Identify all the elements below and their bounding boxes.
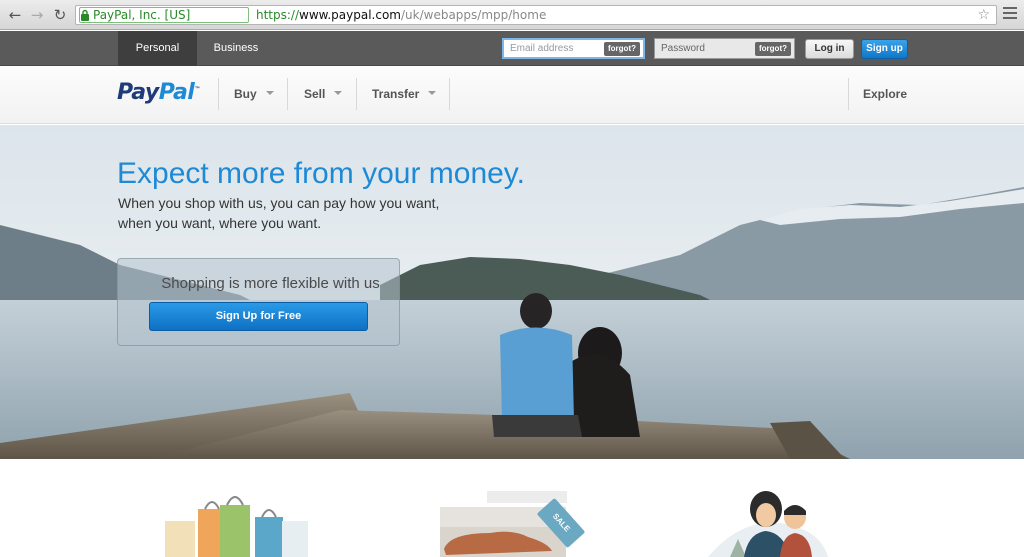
email-field[interactable]: Email address forgot? [502,38,645,59]
divider [218,78,219,110]
url-host: www.paypal.com [299,8,401,22]
divider [287,78,288,110]
browser-toolbar: ← → ↻ PayPal, Inc. [US] https://www.payp… [0,0,1024,30]
hero-subtitle-line2: when you want, where you want. [118,215,322,231]
back-arrow-icon[interactable]: ← [6,6,24,24]
tab-business[interactable]: Business [197,31,275,66]
chevron-down-icon [265,90,274,95]
hero-subtitle-line1: When you shop with us, you can pay how y… [118,195,440,211]
forgot-email-button[interactable]: forgot? [604,42,640,56]
account-bar: Personal Business Email address forgot? … [0,31,1024,66]
hero-banner: Expect more from your money. When you sh… [0,125,1024,459]
menu-sell[interactable]: Sell [304,87,343,101]
signup-button[interactable]: Sign up [861,39,908,59]
divider [848,78,849,110]
reload-icon[interactable]: ↻ [51,6,69,24]
feature-illustrations: SALE [0,459,1024,557]
chevron-down-icon [428,90,437,95]
site-header: PayPal™ Buy Sell Transfer Explore [0,66,1024,124]
promo-text: Shopping is more flexible with us [161,275,380,292]
hamburger-menu-icon[interactable] [1003,7,1017,21]
forward-arrow-icon[interactable]: → [28,6,46,24]
forgot-password-button[interactable]: forgot? [755,42,791,56]
signup-promo-box: Shopping is more flexible with us Sign U… [117,258,400,346]
lock-icon [81,9,89,21]
signup-free-button[interactable]: Sign Up for Free [149,302,368,331]
menu-explore[interactable]: Explore [863,87,907,101]
ev-label: PayPal, Inc. [US] [93,8,191,22]
divider [356,78,357,110]
hero-title: Expect more from your money. [117,157,525,190]
people-icon [708,491,828,557]
address-bar[interactable]: PayPal, Inc. [US] https://www.paypal.com… [75,5,997,25]
divider [449,78,450,110]
password-placeholder: Password [661,43,705,54]
chevron-down-icon [334,90,343,95]
menu-transfer[interactable]: Transfer [372,87,437,101]
menu-buy[interactable]: Buy [234,87,274,101]
url-text[interactable]: https://www.paypal.com/uk/webapps/mpp/ho… [256,6,546,24]
email-placeholder: Email address [510,43,574,54]
paypal-logo[interactable]: PayPal™ [117,80,200,105]
password-field[interactable]: Password forgot? [654,38,795,59]
bookmark-star-icon[interactable]: ☆ [977,6,990,24]
tab-personal[interactable]: Personal [118,31,197,66]
url-protocol: https:// [256,8,300,22]
url-path: /uk/webapps/mpp/home [401,8,547,22]
login-button[interactable]: Log in [805,39,854,59]
